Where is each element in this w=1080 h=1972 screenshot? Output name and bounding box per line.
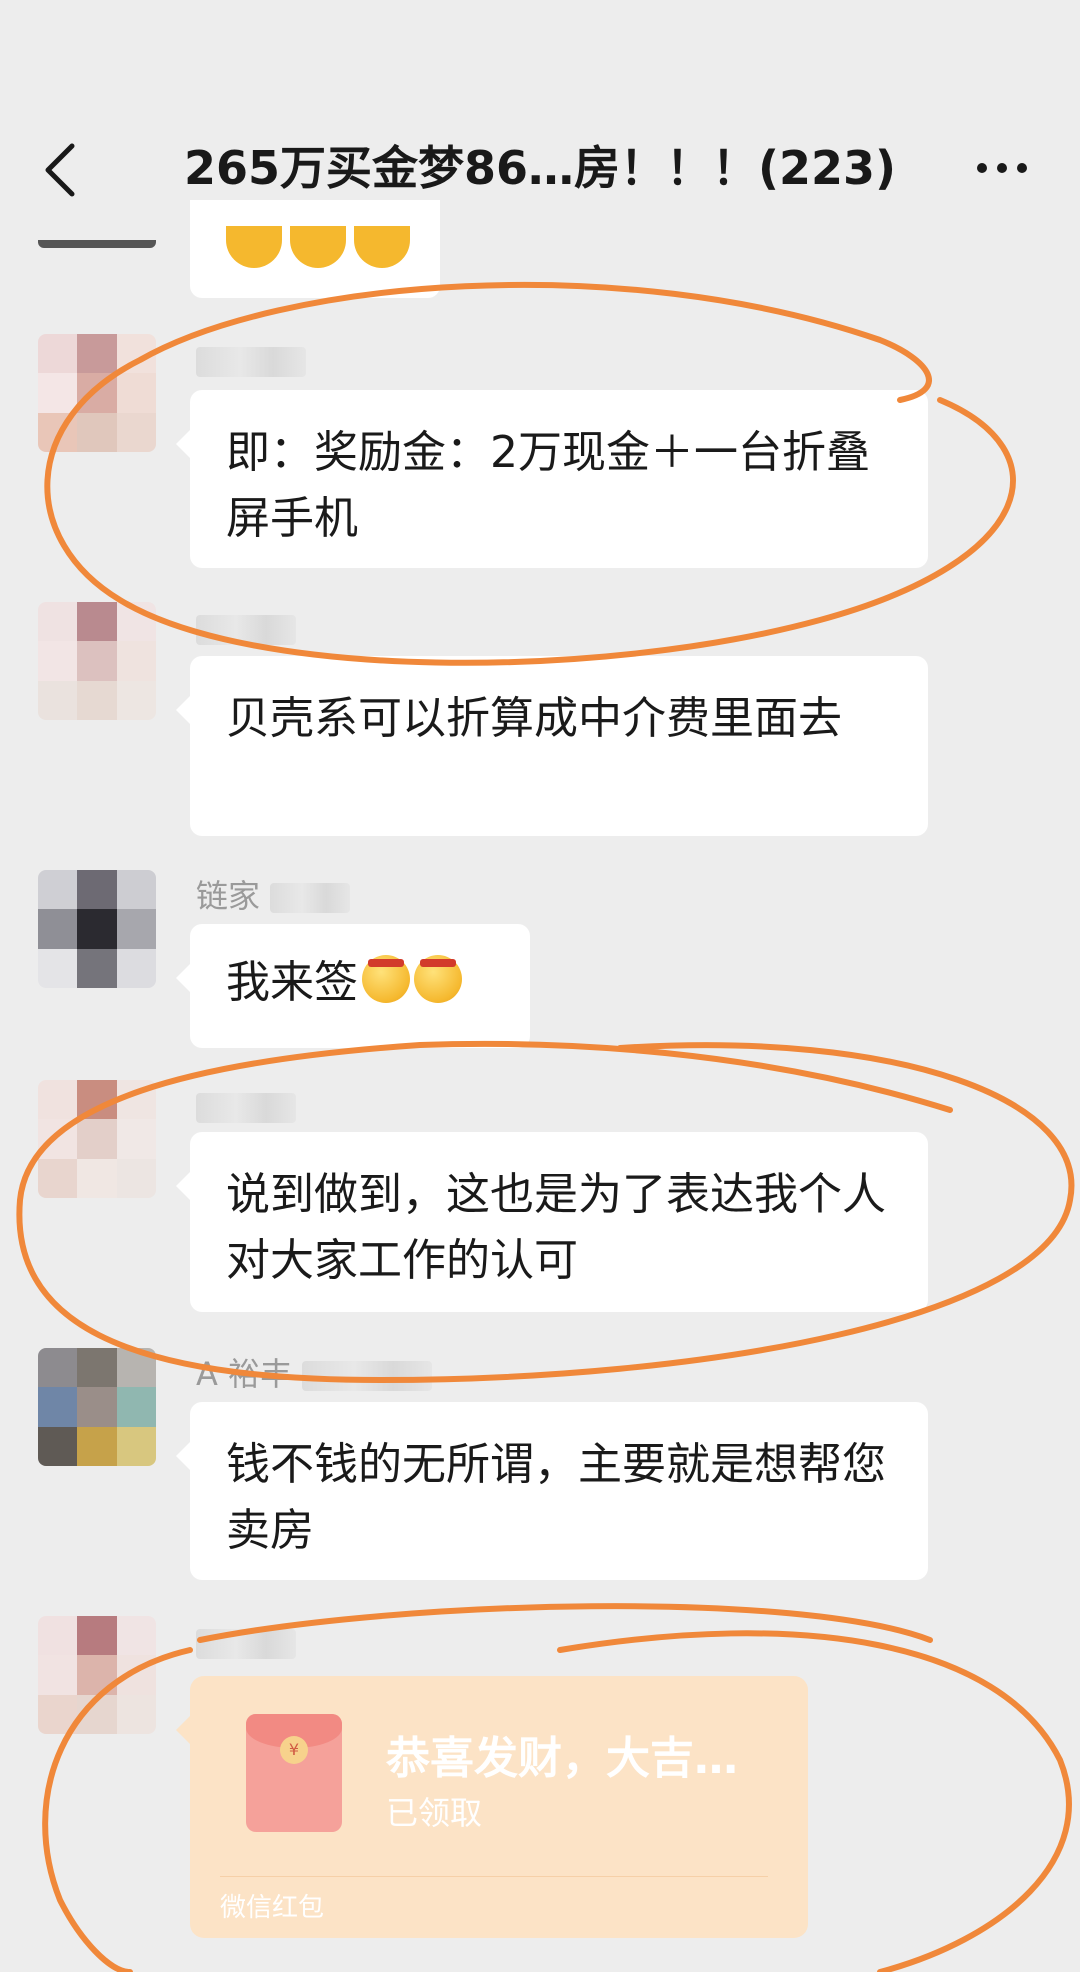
red-packet-status: 已领取 bbox=[386, 1794, 483, 1832]
red-packet-icon: ¥ bbox=[246, 1714, 342, 1832]
chat-title: 265万买金梦86…房！！！(223) bbox=[183, 141, 897, 195]
sender-name: 链家 bbox=[196, 876, 351, 916]
divider bbox=[220, 1876, 768, 1877]
avatar[interactable] bbox=[38, 602, 156, 720]
message-bubble[interactable]: 钱不钱的无所谓，主要就是想帮您卖房 bbox=[176, 1402, 928, 1580]
avatar[interactable] bbox=[38, 1616, 156, 1734]
message-bubble[interactable]: 说到做到，这也是为了表达我个人对大家工作的认可 bbox=[176, 1132, 928, 1312]
red-packet-title: 恭喜发财，大吉… bbox=[386, 1733, 738, 1784]
avatar[interactable] bbox=[38, 1080, 156, 1198]
more-dots-icon[interactable] bbox=[974, 148, 1030, 188]
sender-name bbox=[196, 1622, 296, 1662]
red-packet-card[interactable]: ¥ 恭喜发财，大吉… 已领取 微信红包 bbox=[176, 1676, 808, 1938]
emoji-icon bbox=[354, 226, 410, 268]
red-packet-label: 微信红包 bbox=[220, 1893, 325, 1923]
chat-header: 265万买金梦86…房！！！(223) bbox=[0, 0, 1080, 240]
message-text: 我来签 bbox=[226, 957, 358, 1008]
avatar[interactable] bbox=[38, 240, 156, 248]
emoji-bubble bbox=[190, 200, 440, 298]
back-arrow-icon[interactable] bbox=[40, 140, 80, 200]
avatar[interactable] bbox=[38, 334, 156, 452]
sender-name: A 裕丰 bbox=[196, 1354, 433, 1394]
message-bubble[interactable]: 贝壳系可以折算成中介费里面去 bbox=[176, 656, 928, 836]
emoji-icon bbox=[414, 955, 462, 1003]
sender-name bbox=[196, 340, 306, 380]
emoji-icon bbox=[290, 226, 346, 268]
emoji-icon bbox=[362, 955, 410, 1003]
avatar[interactable] bbox=[38, 1348, 156, 1466]
message-bubble[interactable]: 即：奖励金：2万现金＋一台折叠屏手机 bbox=[176, 390, 928, 568]
sender-name bbox=[196, 1086, 296, 1126]
message-bubble[interactable]: 我来签 bbox=[176, 924, 530, 1048]
avatar[interactable] bbox=[38, 870, 156, 988]
sender-name bbox=[196, 608, 296, 648]
emoji-icon bbox=[226, 226, 282, 268]
